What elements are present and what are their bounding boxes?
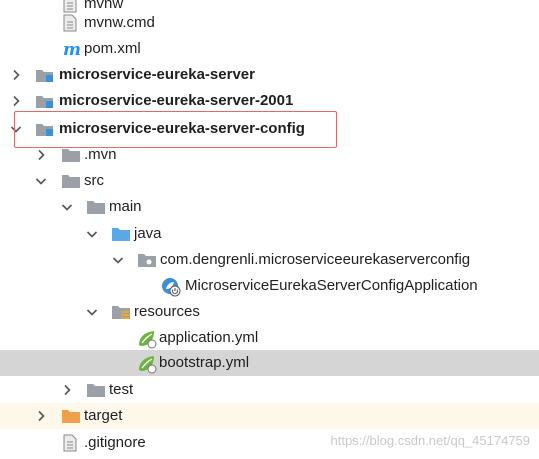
tree-item-label: src (84, 172, 104, 189)
tree-item-label: .mvn (84, 146, 117, 163)
folder-icon (61, 146, 80, 164)
tree-item-application-yml[interactable]: application.yml (0, 325, 539, 351)
tree-item-label: bootstrap.yml (159, 354, 250, 371)
tree-item-pom-xml[interactable]: m pom.xml (0, 36, 539, 62)
chevron-down-icon[interactable] (61, 201, 73, 213)
project-tree: mvnw mvnw.cmd m pom.xml microservice-eur… (0, 0, 539, 459)
spring-yml-icon (137, 354, 157, 374)
svg-text:m: m (63, 40, 80, 58)
chevron-right-icon[interactable] (10, 69, 22, 81)
highlight-annotation-box (14, 111, 337, 148)
tree-item-resources-folder[interactable]: resources (0, 299, 539, 325)
chevron-right-icon[interactable] (10, 95, 22, 107)
tree-item-label: .gitignore (84, 434, 146, 451)
tree-item-label: microservice-eureka-server (59, 66, 255, 83)
tree-item-main-folder[interactable]: main (0, 194, 539, 220)
chevron-down-icon[interactable] (112, 254, 124, 266)
chevron-right-icon[interactable] (35, 410, 47, 422)
tree-item-mvnw-cmd[interactable]: mvnw.cmd (0, 10, 539, 36)
tree-item-label: com.dengrenli.microserviceeurekaserverco… (160, 251, 471, 268)
chevron-down-icon[interactable] (35, 175, 47, 187)
tree-item-label: MicroserviceEurekaServerConfigApplicatio… (185, 277, 478, 294)
module-icon (35, 92, 53, 110)
tree-item-java-folder[interactable]: java (0, 221, 539, 247)
tree-item-label: main (109, 198, 142, 215)
folder-icon (86, 381, 105, 399)
tree-item-label: resources (134, 303, 200, 320)
tree-item-label: target (84, 407, 123, 424)
file-icon (62, 14, 80, 32)
folder-icon (61, 172, 80, 190)
tree-item-label: mvnw.cmd (84, 14, 155, 31)
source-folder-icon (111, 225, 130, 243)
package-icon (137, 251, 156, 269)
spring-boot-class-icon (161, 277, 181, 297)
tree-item-label: java (134, 225, 162, 242)
spring-yml-icon (137, 329, 157, 349)
maven-icon: m (62, 40, 80, 58)
tree-item-label: test (109, 381, 134, 398)
folder-icon (86, 198, 105, 216)
file-icon (62, 434, 80, 452)
tree-item-microservice-eureka-server[interactable]: microservice-eureka-server (0, 62, 539, 88)
tree-item-test-folder[interactable]: test (0, 377, 539, 403)
chevron-down-icon[interactable] (86, 306, 98, 318)
tree-item-label: pom.xml (84, 40, 141, 57)
tree-item-bootstrap-yml[interactable]: bootstrap.yml (0, 350, 539, 376)
watermark: https://blog.csdn.net/qq_45174759 (330, 433, 531, 448)
chevron-down-icon[interactable] (86, 228, 98, 240)
tree-item-target-folder[interactable]: target (0, 403, 539, 429)
tree-item-src-folder[interactable]: src (0, 168, 539, 194)
module-icon (35, 66, 53, 84)
tree-item-label: application.yml (159, 329, 259, 346)
resources-folder-icon (111, 303, 130, 321)
excluded-folder-icon (61, 407, 80, 425)
chevron-right-icon[interactable] (35, 149, 47, 161)
tree-item-label: microservice-eureka-server-2001 (59, 92, 294, 109)
tree-item-application-class[interactable]: MicroserviceEurekaServerConfigApplicatio… (0, 273, 539, 299)
chevron-right-icon[interactable] (61, 384, 73, 396)
tree-item-package[interactable]: com.dengrenli.microserviceeurekaserverco… (0, 247, 539, 273)
